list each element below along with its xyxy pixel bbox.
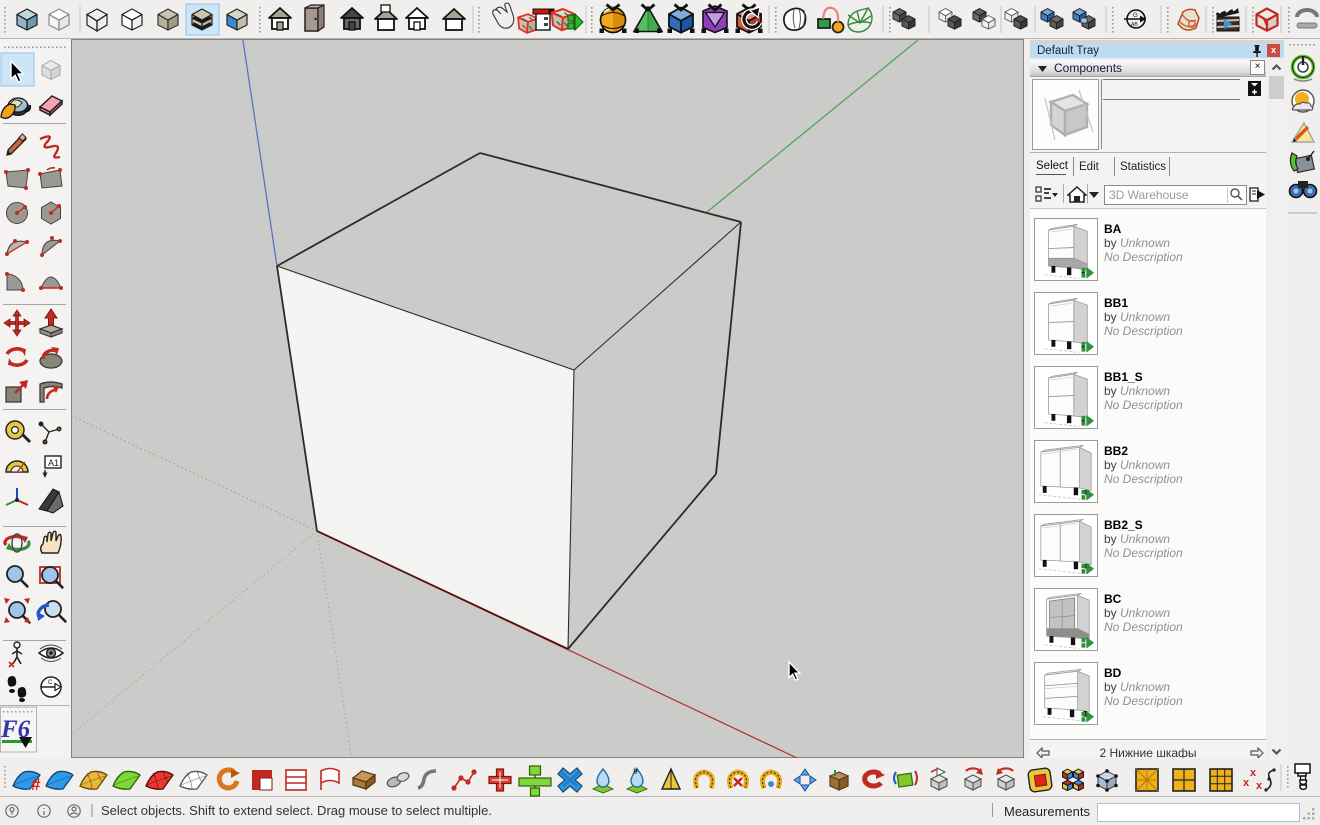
svg-text:x: x bbox=[1250, 767, 1257, 779]
svg-text:G: G bbox=[1133, 13, 1138, 19]
svg-text:x: x bbox=[1243, 777, 1250, 789]
svg-text:#: # bbox=[31, 775, 41, 794]
svg-text:x: x bbox=[1256, 780, 1263, 792]
svg-text:AB: AB bbox=[1131, 22, 1138, 28]
svg-text:A1: A1 bbox=[48, 458, 59, 468]
svg-text:C: C bbox=[48, 680, 53, 686]
svg-text:V: V bbox=[1262, 16, 1270, 28]
svg-text:#: # bbox=[633, 766, 638, 776]
